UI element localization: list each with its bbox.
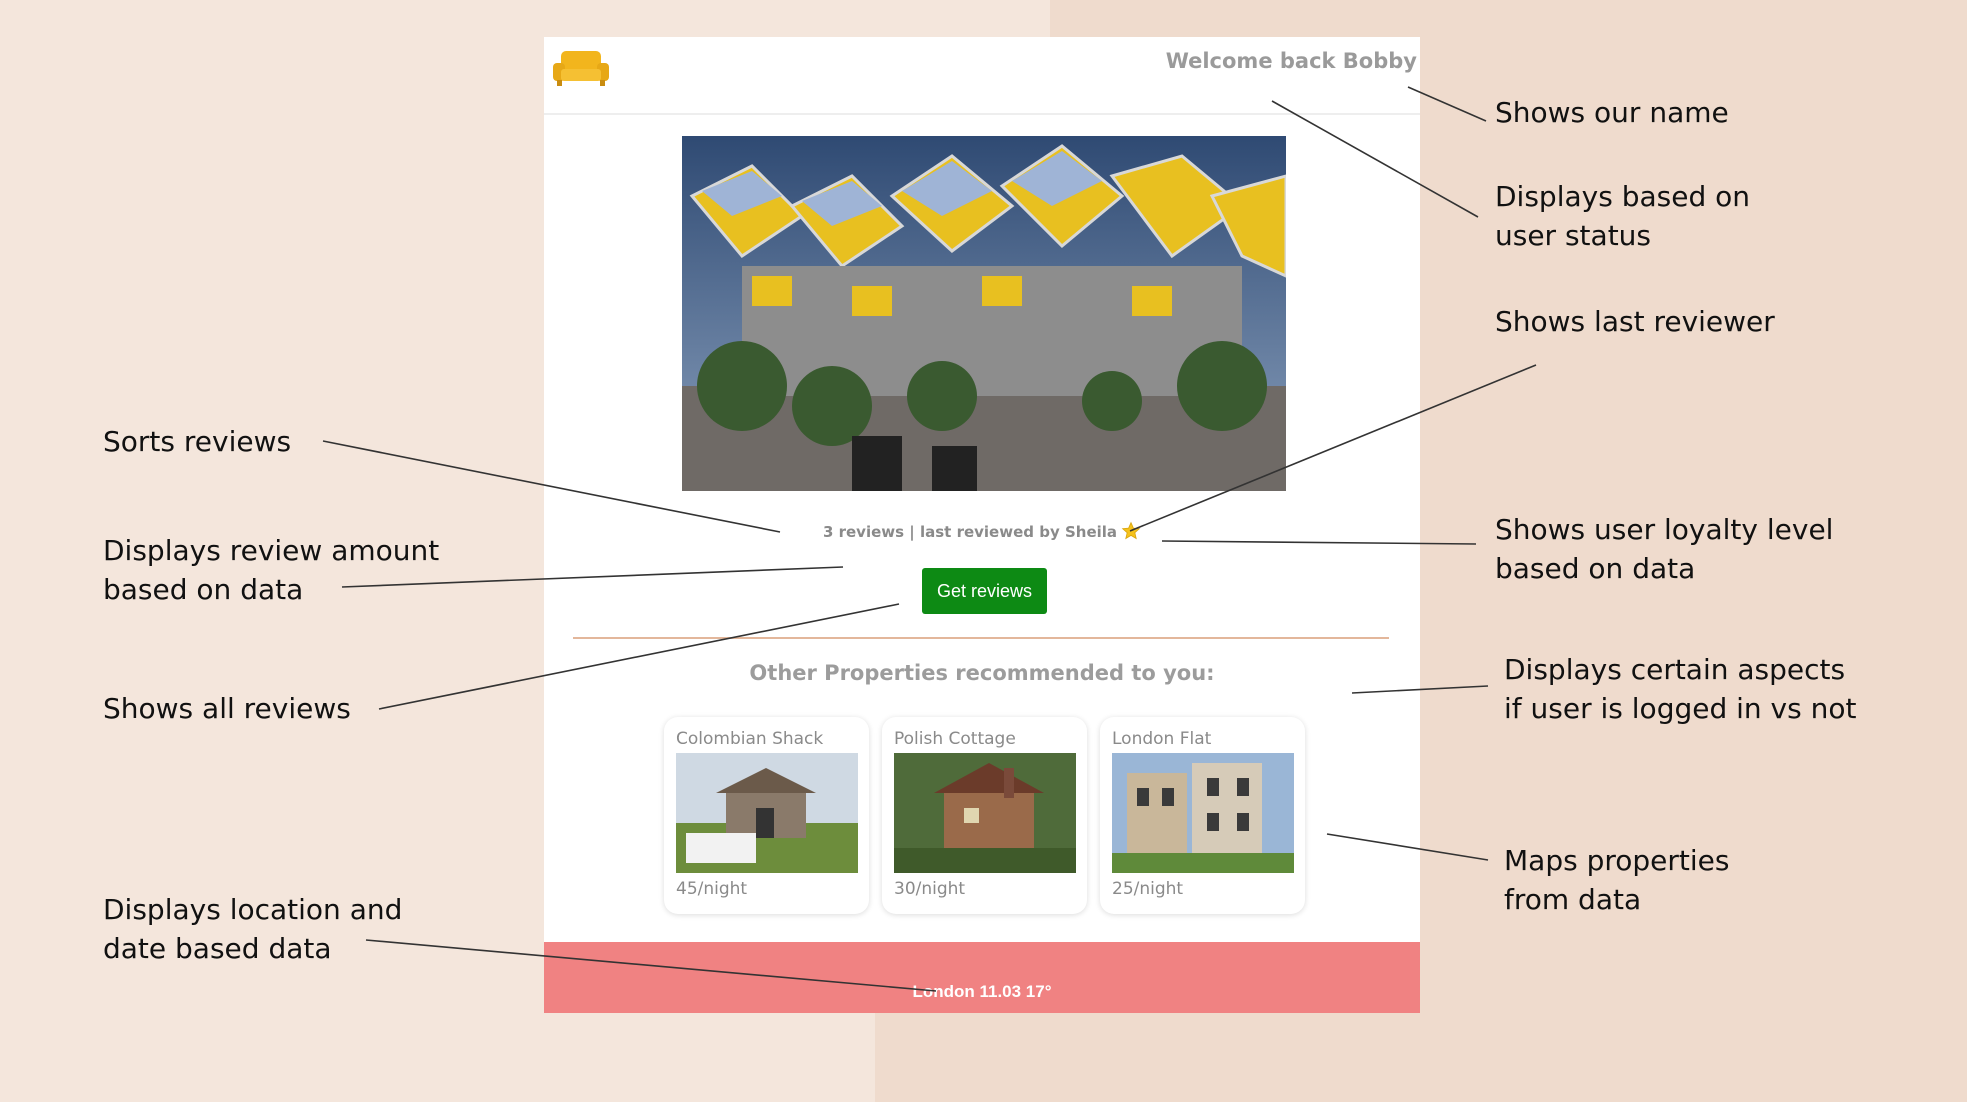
annotation-connectors xyxy=(322,86,1537,992)
connector-line xyxy=(341,566,844,588)
connector-line xyxy=(1271,100,1479,218)
connector-line xyxy=(1326,833,1489,861)
connector-line xyxy=(322,440,781,533)
connector-line xyxy=(1407,86,1487,122)
connector-line xyxy=(1129,364,1537,532)
connector-line xyxy=(1351,685,1489,694)
connector-line xyxy=(378,603,900,710)
connector-line xyxy=(365,939,937,992)
connector-line xyxy=(1161,540,1477,545)
